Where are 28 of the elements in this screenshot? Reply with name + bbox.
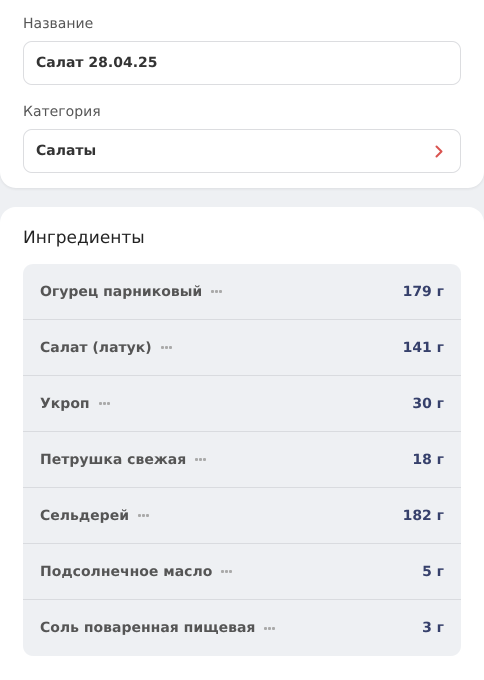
ingredient-amount: 182 г: [402, 508, 444, 524]
more-dots-icon[interactable]: [98, 400, 110, 407]
ingredient-amount: 5 г: [422, 564, 444, 580]
more-dots-icon[interactable]: [160, 344, 172, 351]
more-dots-icon[interactable]: [138, 512, 150, 519]
more-dots-icon[interactable]: [221, 568, 232, 575]
field-label: Название: [23, 15, 94, 34]
chevron-right-icon: [435, 144, 443, 158]
ingredient-name: Огурец парниковый: [40, 284, 202, 300]
ingredient-amount: 179 г: [402, 284, 444, 300]
ingredient-name: Сельдерей: [40, 508, 130, 524]
ingredient-name: Салат (латук): [40, 340, 152, 356]
ingredient-name: Соль поваренная пищевая: [40, 620, 256, 636]
ingredient-name: Подсолнечное масло: [40, 564, 212, 580]
more-dots-icon[interactable]: [264, 624, 276, 632]
ingredient-amount: 141 г: [402, 340, 444, 356]
field-label: Категория: [23, 103, 102, 122]
category-picker[interactable]: Салаты: [23, 129, 461, 173]
section-title: Ингредиенты: [23, 227, 146, 249]
ingredient-amount: 18 г: [412, 452, 444, 468]
ingredient-name: Петрушка свежая: [40, 452, 186, 468]
name-input-field[interactable]: Салат 28.04.25: [23, 41, 461, 85]
more-dots-icon[interactable]: [195, 456, 206, 463]
ingredient-name: Укроп: [40, 396, 90, 412]
ingredient-amount: 3 г: [422, 620, 444, 636]
picker-value: Салаты: [36, 143, 96, 159]
more-dots-icon[interactable]: [211, 288, 222, 295]
ingredient-amount: 30 г: [412, 396, 444, 412]
